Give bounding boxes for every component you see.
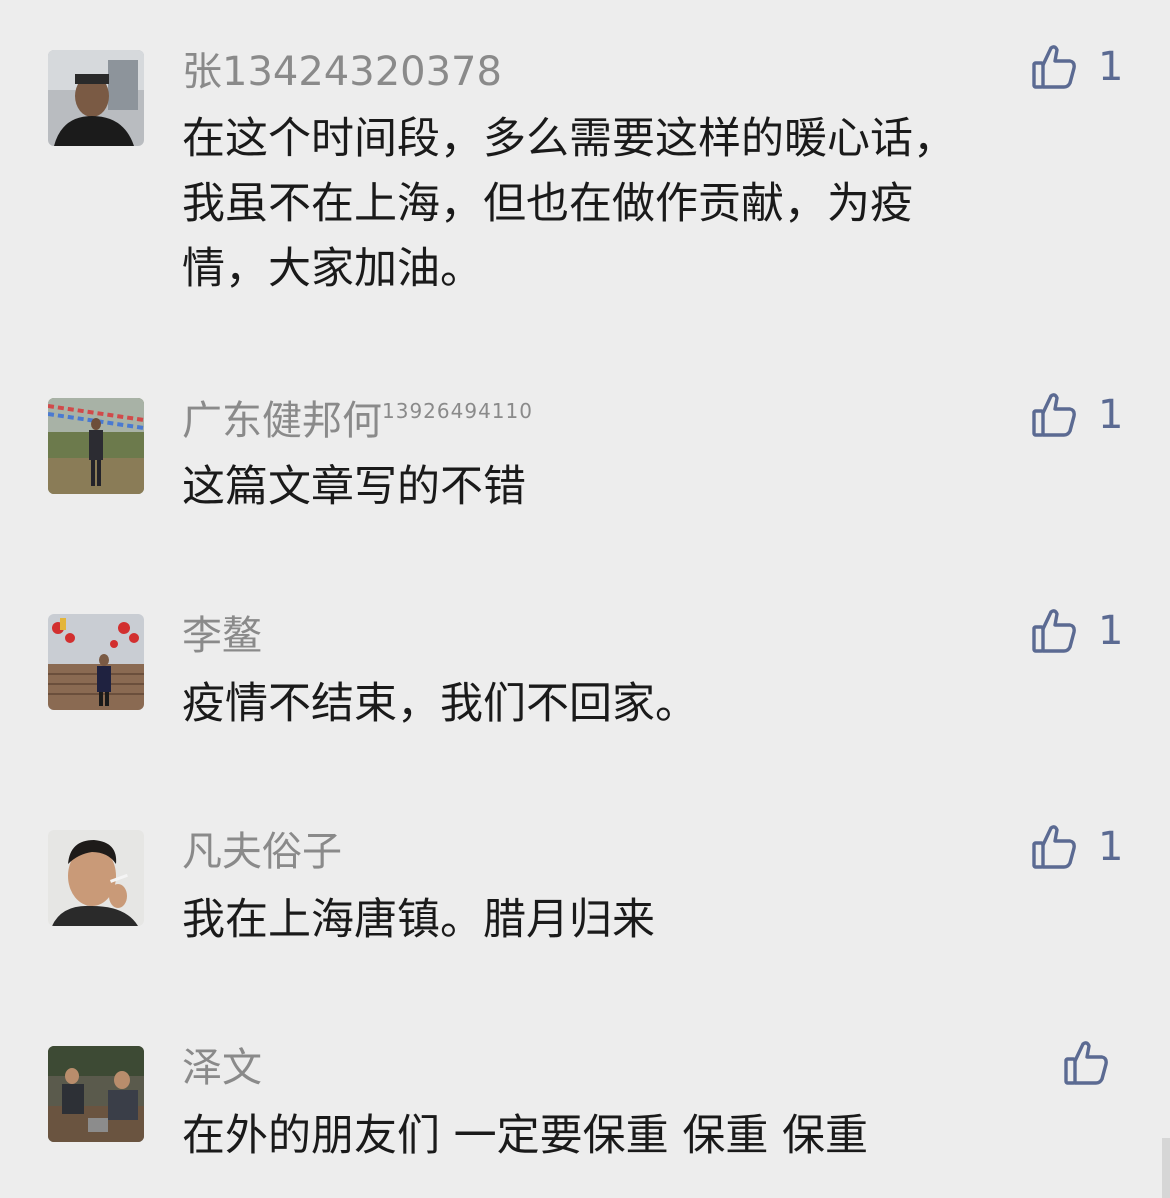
- comment-author[interactable]: 泽文: [182, 1048, 262, 1088]
- comment-text: 我在上海唐镇。腊月归来: [182, 895, 655, 945]
- thumbs-up-icon: [1032, 44, 1076, 90]
- like-count: 1: [1098, 392, 1124, 438]
- comment-author-name: 凡夫俗子: [182, 829, 342, 875]
- comment-text: 在这个时间段，多么需要这样的暖心话， 我虽不在上海，但也在做作贡献，为疫 情，大…: [182, 114, 956, 294]
- comment-author[interactable]: 广东健邦何13926494110: [182, 401, 533, 441]
- comment-author[interactable]: 张13424320378: [182, 52, 502, 92]
- thumbs-up-icon: [1032, 608, 1076, 654]
- comment-author[interactable]: 李鳌: [182, 616, 262, 656]
- like-button[interactable]: 1: [1032, 392, 1123, 438]
- avatar[interactable]: [48, 50, 144, 146]
- avatar[interactable]: [48, 830, 144, 926]
- like-button[interactable]: 1: [1032, 44, 1123, 90]
- thumbs-up-icon: [1064, 1040, 1108, 1086]
- like-count: 1: [1098, 824, 1124, 870]
- comment-author[interactable]: 凡夫俗子: [182, 832, 342, 872]
- scrollbar[interactable]: [1162, 1138, 1170, 1198]
- like-button[interactable]: 1: [1032, 824, 1123, 870]
- comment-author-name: 泽文: [182, 1045, 262, 1091]
- avatar[interactable]: [48, 398, 144, 494]
- like-button[interactable]: 1: [1032, 608, 1123, 654]
- comment-author-name-suffix: 13926494110: [382, 399, 533, 423]
- comment-text: 这篇文章写的不错: [182, 462, 526, 512]
- like-count: 1: [1098, 44, 1124, 90]
- avatar[interactable]: [48, 1046, 144, 1142]
- comment-text: 在外的朋友们 一定要保重 保重 保重: [182, 1111, 869, 1161]
- comment-author-name: 张13424320378: [182, 49, 502, 95]
- thumbs-up-icon: [1032, 392, 1076, 438]
- comment-text: 疫情不结束，我们不回家。: [182, 679, 698, 729]
- avatar[interactable]: [48, 614, 144, 710]
- thumbs-up-icon: [1032, 824, 1076, 870]
- like-button[interactable]: [1064, 1040, 1130, 1086]
- like-count: 1: [1098, 608, 1124, 654]
- comment-author-name: 李鳌: [182, 613, 262, 659]
- comment-author-name: 广东健邦何: [182, 398, 382, 444]
